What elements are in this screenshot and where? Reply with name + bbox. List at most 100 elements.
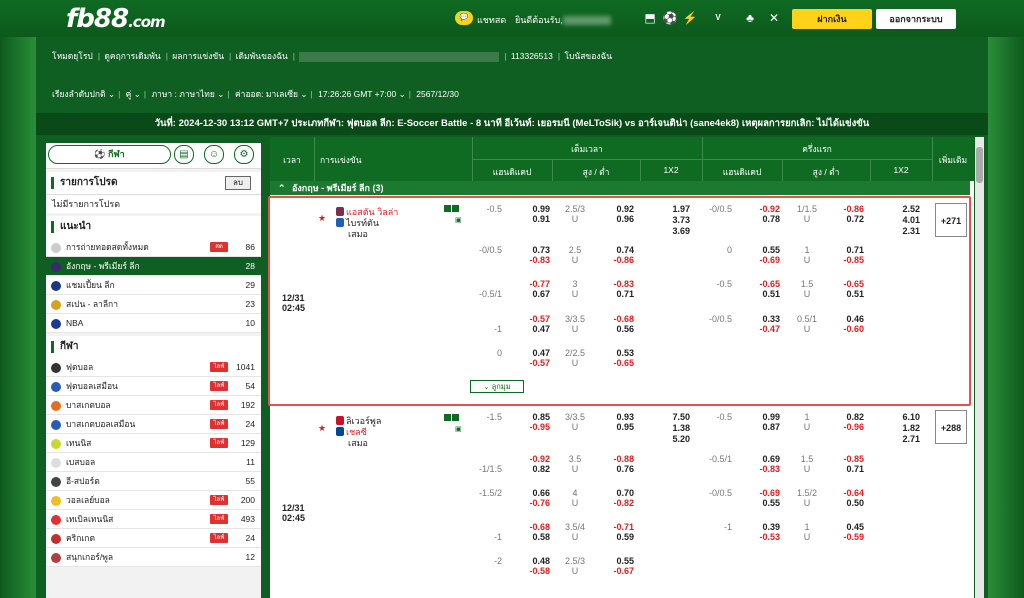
league-bar[interactable]: ⌃ อังกฤษ - พรีเมียร์ ลีก (3) <box>270 181 970 195</box>
odds-cell[interactable]: 0.71 <box>828 464 864 474</box>
sidebar-item[interactable]: บาสเกตบอล ไลฟ์ 192 <box>46 396 261 415</box>
virtual-icon[interactable]: V <box>706 10 730 26</box>
odds-cell[interactable]: 0.93 <box>598 412 634 422</box>
logout-button[interactable]: ออกจากระบบ <box>876 9 956 29</box>
under-label[interactable]: U <box>792 464 822 474</box>
user-icon[interactable]: ☺ <box>204 145 224 164</box>
odds-cell[interactable]: -0.64 <box>828 488 864 498</box>
sidebar-item[interactable]: อี-สปอร์ต 55 <box>46 472 261 491</box>
odds-1x2[interactable]: 6.10 <box>886 412 920 422</box>
sidebar-item[interactable]: คริกเกต ไลฟ์ 24 <box>46 529 261 548</box>
odds-cell[interactable]: -0.71 <box>598 522 634 532</box>
odds-cell[interactable]: 0.76 <box>598 464 634 474</box>
deposit-button[interactable]: ฝากเงิน <box>792 9 872 29</box>
gear-icon[interactable]: ⚙ <box>234 145 254 164</box>
odds-cell[interactable]: 0.82 <box>514 464 550 474</box>
nav-results[interactable]: ผลการแข่งขัน <box>172 51 224 61</box>
odds-cell[interactable]: 0.48 <box>514 556 550 566</box>
sort-select[interactable]: เรียงลำดับปกติ <box>52 89 106 99</box>
sports-icon[interactable]: ⚽ <box>662 10 678 26</box>
sidebar-item[interactable]: NBA 10 <box>46 314 261 333</box>
odds-cell[interactable]: -0.67 <box>598 566 634 576</box>
bet-slip-icon[interactable]: ⬒ <box>642 10 658 26</box>
odds-select[interactable]: คู่ <box>126 89 132 99</box>
chat-icon[interactable]: 💬 <box>455 11 473 25</box>
odds-cell[interactable]: -0.58 <box>514 566 550 576</box>
lottery-icon[interactable]: ✕ <box>766 10 782 26</box>
match2-draw: เสมอ <box>348 438 368 448</box>
odds-cell[interactable]: -0.82 <box>598 498 634 508</box>
stats-icon[interactable] <box>444 413 460 423</box>
odds-cell[interactable]: 0.70 <box>598 488 634 498</box>
scroll-thumb[interactable] <box>976 147 983 183</box>
sidebar-item[interactable]: ฟุตบอล ไลฟ์ 1041 <box>46 358 261 377</box>
odds-cell[interactable]: 0.99 <box>744 412 780 422</box>
odds-cell[interactable]: -0.68 <box>514 522 550 532</box>
odds-cell[interactable]: 0.55 <box>744 498 780 508</box>
odds-cell[interactable]: 0.95 <box>598 422 634 432</box>
odds-cell[interactable]: 0.39 <box>744 522 780 532</box>
nav-my-bonus[interactable]: โบนัสของฉัน <box>564 51 612 61</box>
odds-cell[interactable]: 0.85 <box>514 412 550 422</box>
under-label[interactable]: U <box>560 464 590 474</box>
under-label[interactable]: U <box>560 532 590 542</box>
sidebar-item[interactable]: สนุกเกอร์/พูล 12 <box>46 548 261 567</box>
sidebar-item[interactable]: การถ่ายทอดสดทั้งหมด สด 86 <box>46 238 261 257</box>
sidebar-item[interactable]: วอลเลย์บอล ไลฟ์ 200 <box>46 491 261 510</box>
odds-cell[interactable]: -0.69 <box>744 488 780 498</box>
scrollbar[interactable] <box>975 137 984 598</box>
live-tv-icon[interactable]: ▣ <box>455 425 462 433</box>
sidebar-item[interactable]: แชมเปี้ยน ลีก 29 <box>46 276 261 295</box>
favorite-star-icon[interactable]: ★ <box>318 423 326 434</box>
site-logo[interactable]: fb88.com <box>66 4 166 34</box>
odds-cell[interactable]: -0.88 <box>598 454 634 464</box>
under-label[interactable]: U <box>792 422 822 432</box>
odds-cell[interactable]: 0.66 <box>514 488 550 498</box>
odds-cell[interactable]: -0.53 <box>744 532 780 542</box>
sidebar-item[interactable]: ฟุตบอลเสมือน ไลฟ์ 54 <box>46 377 261 396</box>
sidebar-item[interactable]: อังกฤษ - พรีเมียร์ ลีก 28 <box>46 257 261 276</box>
sidebar-item[interactable]: สเปน - ลาลีกา 23 <box>46 295 261 314</box>
lightning-icon[interactable]: ⚡ <box>682 10 698 26</box>
odds-cell[interactable]: 0.50 <box>828 498 864 508</box>
odds-cell[interactable]: -0.95 <box>514 422 550 432</box>
odds-cell[interactable]: 0.69 <box>744 454 780 464</box>
live-chat-link[interactable]: แชทสด <box>477 13 506 27</box>
nav-my-bets[interactable]: เดิมพันของฉัน <box>236 51 288 61</box>
language-select[interactable]: ภาษา : ภาษาไทย <box>151 89 214 99</box>
odds-cell[interactable]: 0.87 <box>744 422 780 432</box>
under-label[interactable]: U <box>560 422 590 432</box>
odds-1x2[interactable]: 2.71 <box>886 434 920 444</box>
casino-icon[interactable]: ♣ <box>742 10 758 26</box>
match2-more-button[interactable]: +288 <box>935 410 967 444</box>
odds-cell[interactable]: 0.59 <box>598 532 634 542</box>
odds-cell[interactable]: -0.76 <box>514 498 550 508</box>
sidebar-item[interactable]: เบสบอล 11 <box>46 453 261 472</box>
odds-cell[interactable]: -0.85 <box>828 454 864 464</box>
odds-1x2[interactable]: 7.50 <box>656 412 690 422</box>
nav-euro-mode[interactable]: โหมดยุโรป <box>52 51 93 61</box>
odds-type-select[interactable]: ค่าออด: มาเลเซีย <box>235 89 298 99</box>
odds-1x2[interactable]: 1.82 <box>886 423 920 433</box>
odds-cell[interactable]: -0.59 <box>828 532 864 542</box>
odds-cell[interactable]: 0.58 <box>514 532 550 542</box>
odds-1x2[interactable]: 5.20 <box>656 434 690 444</box>
clear-favorites-button[interactable]: ลบ <box>225 176 251 190</box>
under-label[interactable]: U <box>560 498 590 508</box>
odds-cell[interactable]: 0.45 <box>828 522 864 532</box>
odds-1x2[interactable]: 1.38 <box>656 423 690 433</box>
sports-button[interactable]: ⚽ กีฬา <box>48 145 171 164</box>
sidebar-item[interactable]: บาสเกตบอลเสมือน ไลฟ์ 24 <box>46 415 261 434</box>
odds-cell[interactable]: 0.55 <box>598 556 634 566</box>
sidebar-item[interactable]: เทนนิส ไลฟ์ 129 <box>46 434 261 453</box>
sidebar-item[interactable]: เทเบิลเทนนิส ไลฟ์ 493 <box>46 510 261 529</box>
under-label[interactable]: U <box>792 498 822 508</box>
odds-cell[interactable]: -0.83 <box>744 464 780 474</box>
odds-cell[interactable]: -0.92 <box>514 454 550 464</box>
under-label[interactable]: U <box>560 566 590 576</box>
under-label[interactable]: U <box>792 532 822 542</box>
odds-cell[interactable]: -0.96 <box>828 422 864 432</box>
calendar-icon[interactable]: ▤ <box>174 145 194 164</box>
nav-bet-history[interactable]: ดูคฤการเดิมพัน <box>104 51 160 61</box>
odds-cell[interactable]: 0.82 <box>828 412 864 422</box>
